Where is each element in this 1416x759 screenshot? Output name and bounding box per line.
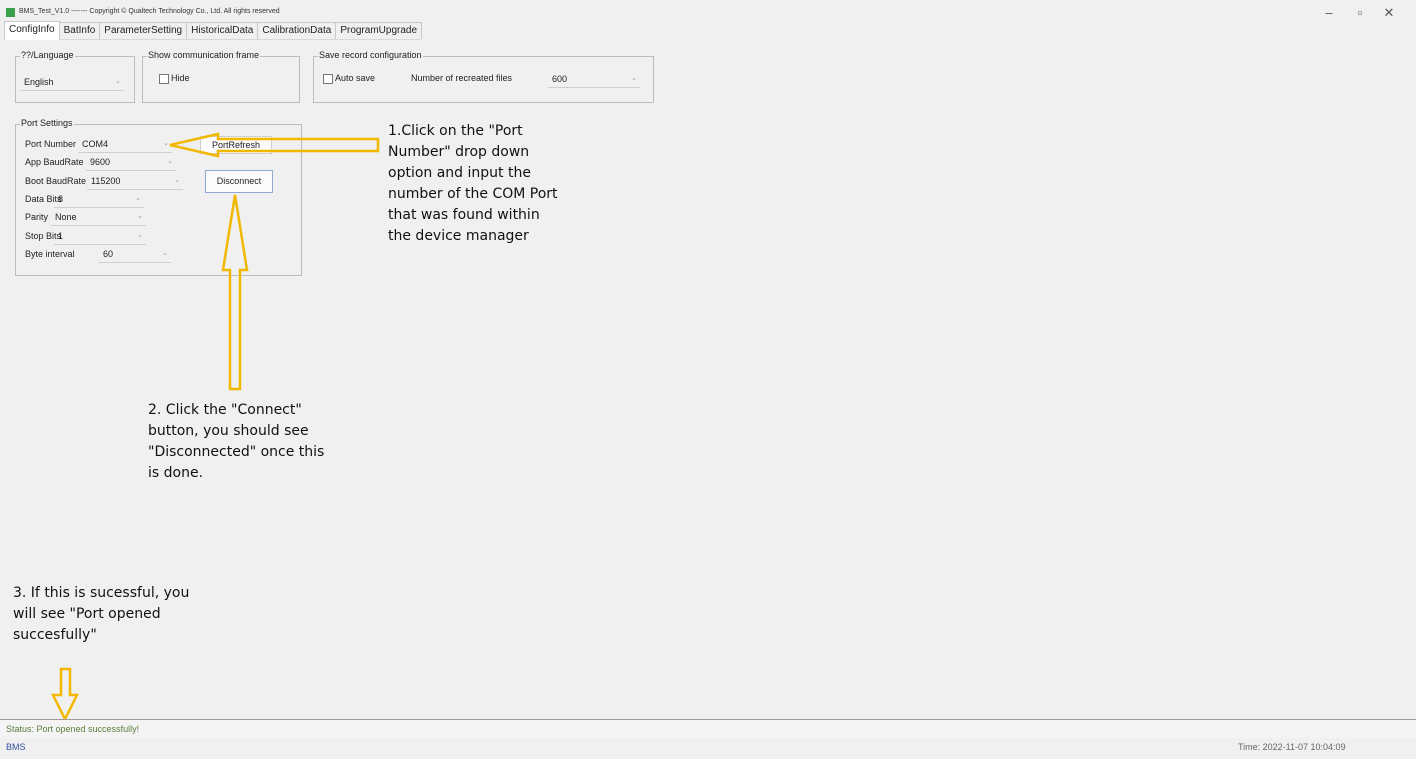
step1-line: that was found within bbox=[388, 207, 540, 223]
time-label: Time: 2022-11-07 10:04:09 bbox=[1238, 742, 1346, 752]
step1-line: 1.Click on the "Port bbox=[388, 123, 523, 139]
step1-line: Number" drop down bbox=[388, 144, 530, 160]
step2-line: "Disconnected" once this bbox=[148, 444, 325, 460]
step2-line: 2. Click the "Connect" bbox=[148, 402, 302, 418]
arrow-left-icon bbox=[169, 132, 380, 158]
step3-annotation: 3. If this is sucessful, you will see "P… bbox=[13, 583, 189, 646]
arrow-up-icon bbox=[221, 194, 249, 391]
status-bar: Status: Port opened successfully! bbox=[0, 719, 1416, 739]
step3-line: will see "Port opened bbox=[13, 606, 161, 622]
step2-annotation: 2. Click the "Connect" button, you shoul… bbox=[148, 400, 324, 484]
arrow-down-icon bbox=[50, 667, 80, 722]
step3-line: 3. If this is sucessful, you bbox=[13, 585, 190, 601]
step2-line: button, you should see bbox=[148, 423, 309, 439]
step1-line: option and input the bbox=[388, 165, 531, 181]
step1-line: number of the COM Port bbox=[388, 186, 558, 202]
step3-line: succesfully" bbox=[13, 627, 97, 643]
app-name-label: BMS bbox=[6, 742, 26, 752]
status-message: Status: Port opened successfully! bbox=[6, 724, 140, 734]
annotation-arrows bbox=[50, 132, 380, 722]
step2-line: is done. bbox=[148, 465, 204, 481]
step1-annotation: 1.Click on the "Port Number" drop down o… bbox=[388, 121, 558, 247]
step1-line: the device manager bbox=[388, 228, 529, 244]
bottom-bar: BMS Time: 2022-11-07 10:04:09 bbox=[0, 738, 1416, 759]
